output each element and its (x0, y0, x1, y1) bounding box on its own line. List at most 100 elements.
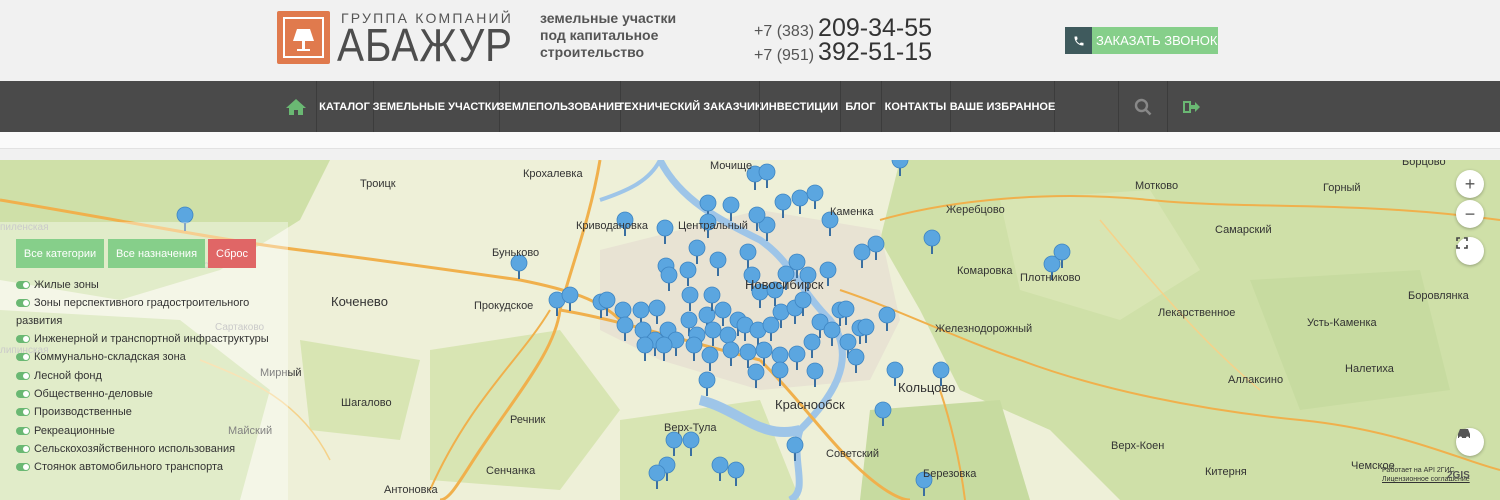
land-plot-marker[interactable] (788, 345, 806, 370)
filter-toggle[interactable]: Зоны перспективного градостроительного р… (16, 294, 281, 330)
filter-toggle[interactable]: Стоянок автомобильного транспорта (16, 458, 281, 476)
home-icon[interactable] (277, 81, 315, 132)
toggle-switch[interactable] (16, 353, 30, 362)
land-plot-marker[interactable] (616, 316, 634, 341)
land-plot-marker[interactable] (561, 286, 579, 311)
land-plot-marker[interactable] (758, 163, 776, 188)
filter-toggle[interactable]: Коммунально-складская зона (16, 348, 281, 366)
zoom-out-icon[interactable]: − (1456, 200, 1484, 228)
land-plot-marker[interactable] (774, 193, 792, 218)
phone-2[interactable]: +7 (951) 392-51-15 (754, 38, 932, 67)
logo-title[interactable]: АБАЖУР (337, 22, 513, 68)
land-plot-marker[interactable] (891, 160, 909, 176)
filter-toggle[interactable]: Общественно-деловые (16, 385, 281, 403)
nav-item-land-use[interactable]: ЗЕМЛЕПОЛЬЗОВАНИЕ (498, 81, 621, 132)
land-plot-marker[interactable] (679, 261, 697, 286)
api-attribution[interactable]: Работает на API 2ГИС (1382, 467, 1455, 474)
land-plot-marker[interactable] (655, 336, 673, 361)
main-nav: КАТАЛОГ ЗЕМЕЛЬНЫЕ УЧАСТКИ ЗЕМЛЕПОЛЬЗОВАН… (0, 81, 1500, 132)
nav-item-favorites[interactable]: ВАШЕ ИЗБРАННОЕ (950, 81, 1055, 132)
land-plot-marker[interactable] (874, 401, 892, 426)
all-purposes-button[interactable]: Все назначения (108, 239, 205, 268)
land-plot-marker[interactable] (709, 251, 727, 276)
2gis-logo: 2GIS (1447, 470, 1470, 481)
filter-toggle[interactable]: Сельскохозяйственного использования (16, 440, 281, 458)
car-icon[interactable] (1456, 428, 1484, 456)
land-plot-marker[interactable] (660, 266, 678, 291)
nav-item-land[interactable]: ЗЕМЕЛЬНЫЕ УЧАСТКИ (373, 81, 499, 132)
land-plot-marker[interactable] (806, 362, 824, 387)
land-plot-marker[interactable] (665, 431, 683, 456)
place-label: Антоновка (384, 484, 438, 496)
place-label: Речник (510, 414, 546, 426)
nav-item-tech-customer[interactable]: ТЕХНИЧЕСКИЙ ЗАКАЗЧИК (617, 81, 762, 132)
toggle-switch[interactable] (16, 299, 30, 308)
place-label: Усть-Каменка (1307, 317, 1377, 329)
logo-lamp-icon[interactable] (277, 11, 330, 64)
toggle-switch[interactable] (16, 445, 30, 454)
place-label: Верх-Коен (1111, 440, 1165, 452)
land-plot-marker[interactable] (636, 336, 654, 361)
land-plot-marker[interactable] (648, 299, 666, 324)
land-plot-marker[interactable] (823, 321, 841, 346)
place-label: Березовка (923, 468, 977, 480)
land-plot-marker[interactable] (701, 346, 719, 371)
land-plot-marker[interactable] (722, 196, 740, 221)
nav-item-catalog[interactable]: КАТАЛОГ (316, 81, 372, 132)
reset-button[interactable]: Сброс (208, 239, 256, 268)
toggle-switch[interactable] (16, 427, 30, 436)
filter-toggle[interactable]: Инженерной и транспортной инфраструктуры (16, 330, 281, 348)
toggle-switch[interactable] (16, 281, 30, 290)
filter-toggle[interactable]: Жилые зоны (16, 276, 281, 294)
land-plot-marker[interactable] (739, 243, 757, 268)
place-label: Комаровка (957, 265, 1013, 277)
land-plot-marker[interactable] (853, 243, 871, 268)
place-label: Борцово (1402, 160, 1446, 168)
land-plot-marker[interactable] (791, 189, 809, 214)
search-icon[interactable] (1118, 81, 1168, 132)
toggle-switch[interactable] (16, 408, 30, 417)
place-label: Краснообск (775, 397, 845, 412)
toggle-switch[interactable] (16, 390, 30, 399)
land-plot-marker[interactable] (762, 316, 780, 341)
land-plot-marker[interactable] (755, 341, 773, 366)
land-plot-marker[interactable] (727, 461, 745, 486)
toggle-switch[interactable] (16, 463, 30, 472)
land-plot-marker[interactable] (806, 184, 824, 209)
logout-icon[interactable] (1169, 81, 1215, 132)
land-plot-marker[interactable] (747, 363, 765, 388)
land-plot-marker[interactable] (847, 348, 865, 373)
land-plot-marker[interactable] (867, 235, 885, 260)
nav-item-blog[interactable]: БЛОГ (840, 81, 880, 132)
filter-toggle[interactable]: Рекреационные (16, 422, 281, 440)
filter-label: Зоны перспективного градостроительного р… (16, 297, 250, 327)
land-plot-marker[interactable] (685, 336, 703, 361)
zoom-in-icon[interactable]: + (1456, 170, 1484, 198)
land-plot-marker[interactable] (923, 229, 941, 254)
land-plot-marker[interactable] (656, 219, 674, 244)
land-plot-marker[interactable] (711, 456, 729, 481)
land-plot-marker[interactable] (681, 286, 699, 311)
land-plot-marker[interactable] (786, 436, 804, 461)
land-plot-marker[interactable] (682, 431, 700, 456)
land-plot-marker[interactable] (771, 361, 789, 386)
land-plot-marker[interactable] (722, 341, 740, 366)
nav-item-contacts[interactable]: КОНТАКТЫ (881, 81, 949, 132)
filter-toggle[interactable]: Производственные (16, 403, 281, 421)
toggle-switch[interactable] (16, 372, 30, 381)
land-plot-marker[interactable] (714, 301, 732, 326)
nav-item-investments[interactable]: ИНВЕСТИЦИИ (759, 81, 839, 132)
land-plot-marker[interactable] (648, 464, 666, 489)
land-plot-marker[interactable] (698, 371, 716, 396)
land-plot-marker[interactable] (878, 306, 896, 331)
all-categories-button[interactable]: Все категории (16, 239, 104, 268)
place-label: Верх-Тула (664, 422, 717, 434)
land-plot-marker[interactable] (688, 239, 706, 264)
callback-button[interactable]: ЗАКАЗАТЬ ЗВОНОК (1065, 27, 1218, 54)
fullscreen-icon[interactable] (1456, 237, 1484, 265)
land-plot-marker[interactable] (704, 321, 722, 346)
toggle-switch[interactable] (16, 335, 30, 344)
filter-toggle[interactable]: Лесной фонд (16, 367, 281, 385)
land-plot-marker[interactable] (803, 333, 821, 358)
place-label: Центральный (678, 220, 748, 232)
